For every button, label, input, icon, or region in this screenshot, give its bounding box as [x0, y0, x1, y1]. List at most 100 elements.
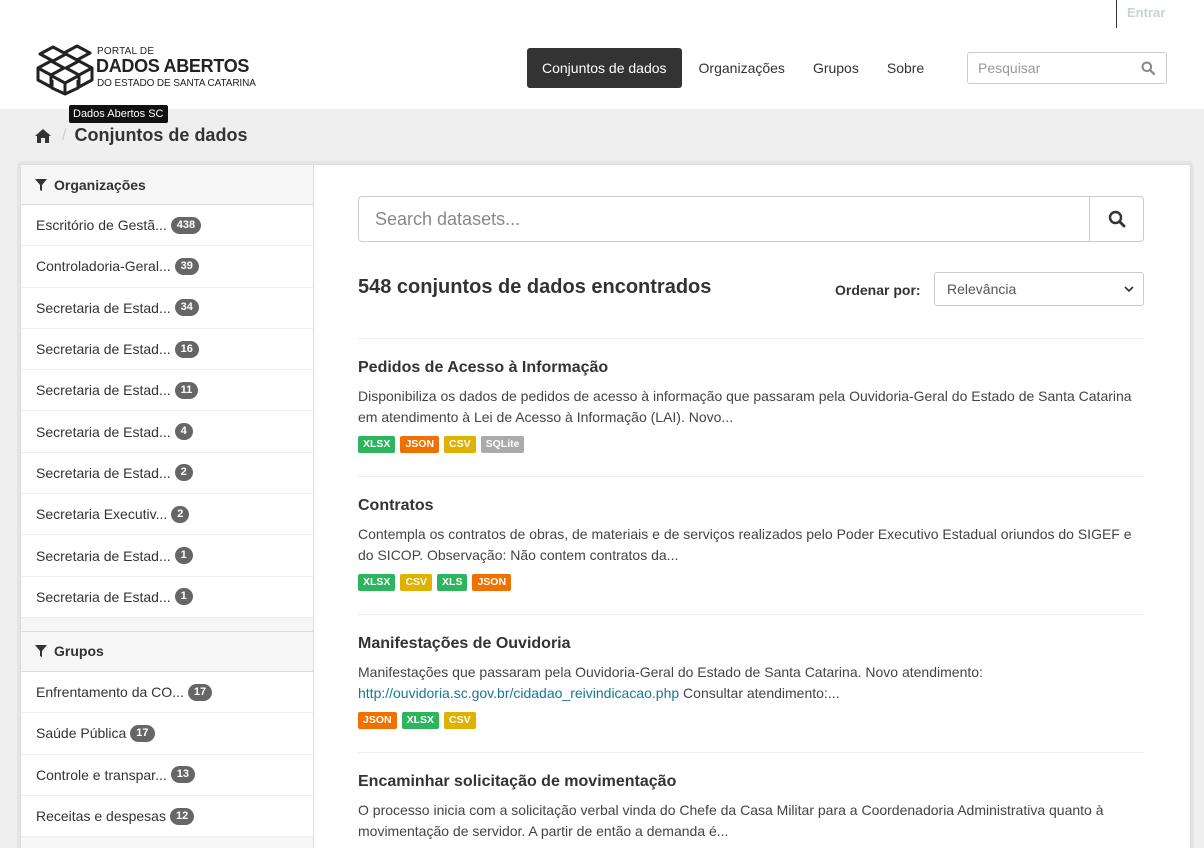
facet-item[interactable]: Receitas e despesas 12 — [21, 795, 313, 838]
main-nav: Conjuntos de dados Organizações Grupos S… — [527, 48, 938, 88]
nav-datasets[interactable]: Conjuntos de dados — [527, 48, 682, 88]
facet-item-label: Receitas e despesas — [36, 808, 166, 824]
format-label[interactable]: XLS — [437, 574, 468, 591]
facet-item-count-badge: 1 — [174, 588, 193, 606]
facet-item[interactable]: Secretaria de Estad... 16 — [21, 328, 313, 371]
search-icon — [1108, 210, 1125, 228]
facet-item[interactable]: Controle e transpar... 13 — [21, 754, 313, 796]
facet-item-count-badge: 438 — [170, 216, 202, 234]
sort-label: Ordenar por: — [835, 282, 921, 298]
facet-item-count-badge: 16 — [174, 340, 199, 358]
dataset-item: Encaminhar solicitação de movimentação O … — [358, 752, 1144, 848]
chevron-down-icon — [1124, 286, 1134, 293]
dataset-results: 548 conjuntos de dados encontrados Orden… — [315, 165, 1191, 848]
facet-item-label: Controladoria-Geral... — [36, 258, 171, 275]
search-icon[interactable] — [1141, 61, 1155, 75]
dataset-title-link[interactable]: Manifestações de Ouvidoria — [358, 635, 1144, 653]
filter-icon — [35, 178, 47, 191]
format-label[interactable]: SQLite — [480, 436, 525, 453]
facet-groups: Grupos Enfrentamento da CO... 17 Saúde Púb… — [21, 631, 313, 838]
facet-gap — [21, 617, 313, 632]
home-icon[interactable] — [34, 128, 52, 144]
facet-item-count-badge: 34 — [174, 299, 199, 317]
dataset-item: Manifestações de Ouvidoria Manifestações … — [358, 614, 1144, 752]
facet-item[interactable]: Secretaria de Estad... 2 — [21, 452, 313, 495]
breadcrumb-current[interactable]: Conjuntos de dados — [74, 125, 247, 146]
nav-organizations[interactable]: Organizações — [685, 48, 799, 88]
facet-item[interactable]: Controladoria-Geral... 39 — [21, 246, 313, 288]
facet-organizations-title: Organizações — [54, 176, 146, 193]
result-count: 548 conjuntos de dados encontrados — [358, 276, 712, 298]
facet-item[interactable]: Saúde Pública 17 — [21, 713, 313, 755]
facet-item-count-badge: 17 — [187, 683, 213, 701]
format-label[interactable]: CSV — [444, 436, 476, 453]
facet-item-label: Secretaria de Estad... — [36, 423, 171, 440]
dataset-description-link[interactable]: http://ouvidoria.sc.gov.br/cidadao_reivi… — [358, 685, 679, 701]
breadcrumb: / Conjuntos de dados — [34, 125, 247, 146]
facet-item-label: Secretaria de Estad... — [36, 341, 171, 358]
sort-select[interactable]: Relevância — [934, 272, 1144, 306]
dataset-item: Pedidos de Acesso à Informação Disponibil… — [358, 338, 1144, 476]
header-search — [967, 52, 1167, 84]
format-label[interactable]: XLSX — [358, 574, 396, 591]
facet-groups-title: Grupos — [54, 643, 104, 660]
facet-item-label: Secretaria de Estad... — [36, 547, 171, 564]
dataset-search-button[interactable] — [1089, 197, 1143, 241]
facet-item-label: Escritório de Gestã... — [36, 217, 167, 234]
facet-item-label: Secretaria Executiv... — [36, 506, 168, 523]
facet-item[interactable]: Secretaria de Estad... 11 — [21, 370, 313, 412]
dataset-description: Contempla os contratos de obras, de mate… — [358, 524, 1144, 566]
format-label[interactable]: JSON — [472, 574, 512, 591]
facet-item-count-badge: 12 — [169, 807, 195, 825]
format-label[interactable]: JSON — [358, 712, 397, 729]
facet-groups-heading: Grupos — [21, 631, 313, 672]
dataset-item: Contratos Contempla os contratos de obras… — [358, 476, 1144, 614]
dataset-description: Manifestações que passaram pela Ouvidori… — [358, 662, 1144, 704]
dataset-description-text: O processo inicia com a solicitação verb… — [358, 802, 1104, 839]
dataset-search-input[interactable] — [359, 197, 1089, 241]
format-label[interactable]: CSV — [400, 574, 433, 591]
dataset-title-link[interactable]: Encaminhar solicitação de movimentação — [358, 773, 1144, 791]
facet-item[interactable]: Secretaria de Estad... 1 — [21, 535, 313, 577]
nav-groups[interactable]: Grupos — [799, 48, 873, 88]
dataset-title-link[interactable]: Pedidos de Acesso à Informação — [358, 359, 1144, 377]
dataset-title-link[interactable]: Contratos — [358, 497, 1144, 515]
dataset-format-list: JSON XLSX CSV — [358, 712, 1144, 729]
facet-organizations-list: Escritório de Gestã... 438 Controladoria-G… — [21, 205, 313, 618]
dataset-format-list: XLSX CSV XLS JSON — [358, 574, 1144, 591]
header-search-input[interactable] — [968, 53, 1138, 83]
site-header: PORTAL DE DADOS ABERTOS DO ESTADO DE SAN… — [0, 28, 1204, 109]
facet-item[interactable]: Secretaria de Estad... 1 — [21, 576, 313, 618]
format-label[interactable]: XLSX — [401, 712, 440, 729]
format-label[interactable]: CSV — [444, 712, 476, 729]
facet-item[interactable]: Secretaria Executiv... 2 — [21, 494, 313, 536]
site-logo[interactable]: PORTAL DE DADOS ABERTOS DO ESTADO DE SAN… — [36, 40, 266, 96]
facet-item[interactable]: Secretaria de Estad... 34 — [21, 287, 313, 329]
sort-value: Relevância — [947, 281, 1017, 297]
nav-about[interactable]: Sobre — [873, 48, 938, 88]
top-account-bar: Entrar — [0, 0, 1204, 28]
facet-item-count-badge: 2 — [171, 505, 190, 523]
dataset-description-text: Manifestações que passaram pela Ouvidori… — [358, 664, 983, 680]
logo-line2: DADOS ABERTOS — [96, 56, 250, 76]
facet-item-count-badge: 17 — [130, 724, 155, 742]
login-link[interactable]: Entrar — [1127, 0, 1204, 26]
logo-line3: DO ESTADO DE SANTA CATARINA — [97, 78, 256, 89]
facet-groups-list: Enfrentamento da CO... 17 Saúde Pública 17 C… — [21, 671, 313, 838]
dataset-description-text: Disponibiliza os dados de pedidos de ace… — [358, 388, 1132, 425]
filter-icon — [35, 645, 47, 658]
login-container: Entrar — [1116, 0, 1204, 28]
format-label[interactable]: XLSX — [358, 436, 396, 453]
facet-organizations: Organizações Escritório de Gestã... 438 Co… — [21, 165, 313, 618]
facet-item[interactable]: Escritório de Gestã... 438 — [21, 205, 313, 247]
dataset-description-text: Contempla os contratos de obras, de mate… — [358, 526, 1132, 563]
page-wrapper: Organizações Escritório de Gestã... 438 Co… — [20, 164, 1191, 848]
facet-item-label: Controle e transpar... — [36, 766, 167, 783]
dataset-description: Disponibiliza os dados de pedidos de ace… — [358, 386, 1144, 428]
facet-item[interactable]: Secretaria de Estad... 4 — [21, 411, 313, 453]
facet-item-count-badge: 1 — [174, 547, 193, 565]
facet-item-count-badge: 13 — [170, 766, 195, 784]
facet-item[interactable]: Enfrentamento da CO... 17 — [21, 671, 313, 714]
format-label[interactable]: JSON — [400, 436, 440, 453]
dataset-description-text: Consultar atendimento:... — [679, 685, 840, 701]
